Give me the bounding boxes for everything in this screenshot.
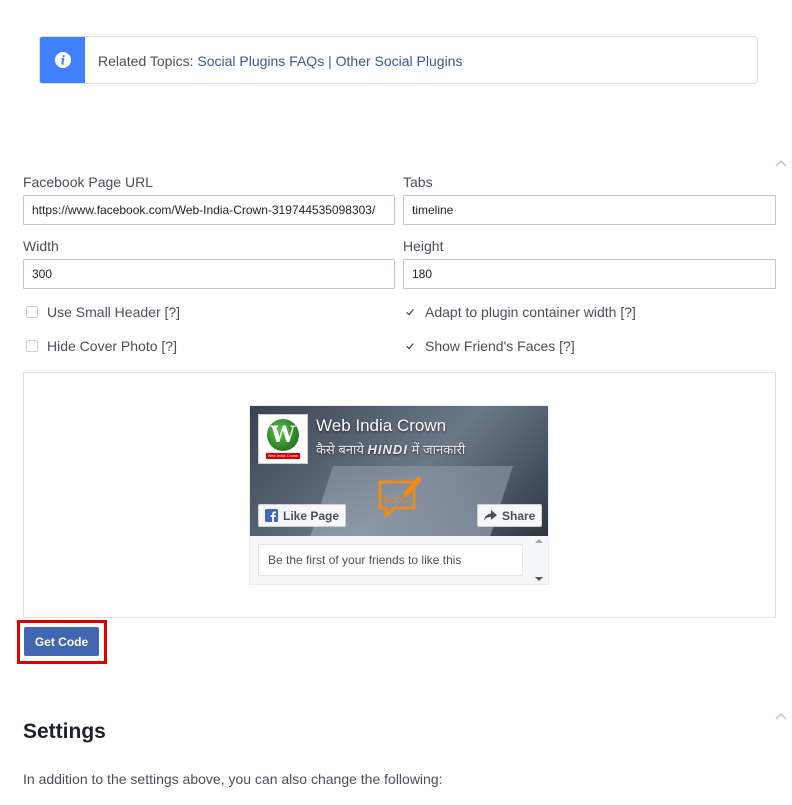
related-topics-box: i Related Topics: Social Plugins FAQs | … [39,36,758,84]
small-header-option[interactable]: Use Small Header [?] [26,304,180,320]
facebook-page-plugin: W Web India Crown Web India Crown कैसे ब… [249,405,549,585]
avatar-logo: W [267,419,299,451]
tabs-label: Tabs [403,174,433,190]
get-code-button[interactable]: Get Code [24,627,99,656]
width-label: Width [23,238,59,254]
collapse-caret-icon[interactable] [775,158,787,170]
blog-pencil-icon: BLOG [378,476,422,518]
scroll-up-icon[interactable] [535,538,543,544]
checkmark-icon [406,343,414,350]
tagline-bold: HINDI [367,442,408,457]
height-label: Height [403,238,444,254]
cover-photo: W Web India Crown Web India Crown कैसे ब… [250,406,548,536]
small-header-label: Use Small Header [?] [47,304,181,320]
tagline-pre: कैसे बनाये [316,442,368,457]
friends-like-text: Be the first of your friends to like thi… [258,544,523,576]
width-input[interactable]: 300 [23,259,395,289]
hide-cover-checkbox[interactable] [26,340,38,352]
facebook-icon [265,509,278,522]
small-header-checkbox[interactable] [26,306,38,318]
info-icon: i [54,52,71,68]
scroll-down-icon[interactable] [535,576,543,582]
show-faces-option[interactable]: Show Friend's Faces [?] [404,338,575,354]
checkmark-icon [406,309,414,316]
blog-text: BLOG [383,495,408,505]
page-url-label: Facebook Page URL [23,174,153,190]
related-topics-prefix: Related Topics: [98,53,198,69]
like-page-button[interactable]: Like Page [258,504,347,527]
other-social-plugins-link[interactable]: Other Social Plugins [336,53,463,69]
related-topics-text: Related Topics: Social Plugins FAQs | Ot… [98,53,462,69]
hide-cover-option[interactable]: Hide Cover Photo [?] [26,338,177,354]
social-plugins-faqs-link[interactable]: Social Plugins FAQs [197,53,324,69]
settings-heading: Settings [23,720,106,743]
avatar-caption: Web India Crown [265,453,301,459]
share-arrow-icon [484,510,497,521]
adapt-width-checkbox[interactable] [404,306,416,318]
page-tagline: कैसे बनाये HINDI में जानकारी [316,440,465,458]
tagline-post: में जानकारी [407,442,466,457]
collapse-caret-icon[interactable] [775,711,787,723]
hide-cover-label: Hide Cover Photo [?] [47,338,177,354]
adapt-width-label: Adapt to plugin container width [?] [425,304,636,320]
height-input[interactable]: 180 [403,259,776,289]
info-strip: i [40,37,85,83]
feed-scrollbar[interactable] [532,538,546,582]
svg-text:i: i [60,54,65,68]
settings-description: In addition to the settings above, you c… [23,771,443,787]
adapt-width-option[interactable]: Adapt to plugin container width [?] [404,304,636,320]
link-separator: | [324,53,336,69]
share-label: Share [502,508,536,523]
page-url-input[interactable]: https://www.facebook.com/Web-India-Crown… [23,195,395,225]
tabs-input[interactable]: timeline [403,195,776,225]
show-faces-label: Show Friend's Faces [?] [425,338,575,354]
page-avatar[interactable]: W Web India Crown [258,414,308,464]
page-name[interactable]: Web India Crown [316,416,446,436]
like-page-label: Like Page [283,508,340,523]
share-button[interactable]: Share [477,504,543,527]
show-faces-checkbox[interactable] [404,340,416,352]
